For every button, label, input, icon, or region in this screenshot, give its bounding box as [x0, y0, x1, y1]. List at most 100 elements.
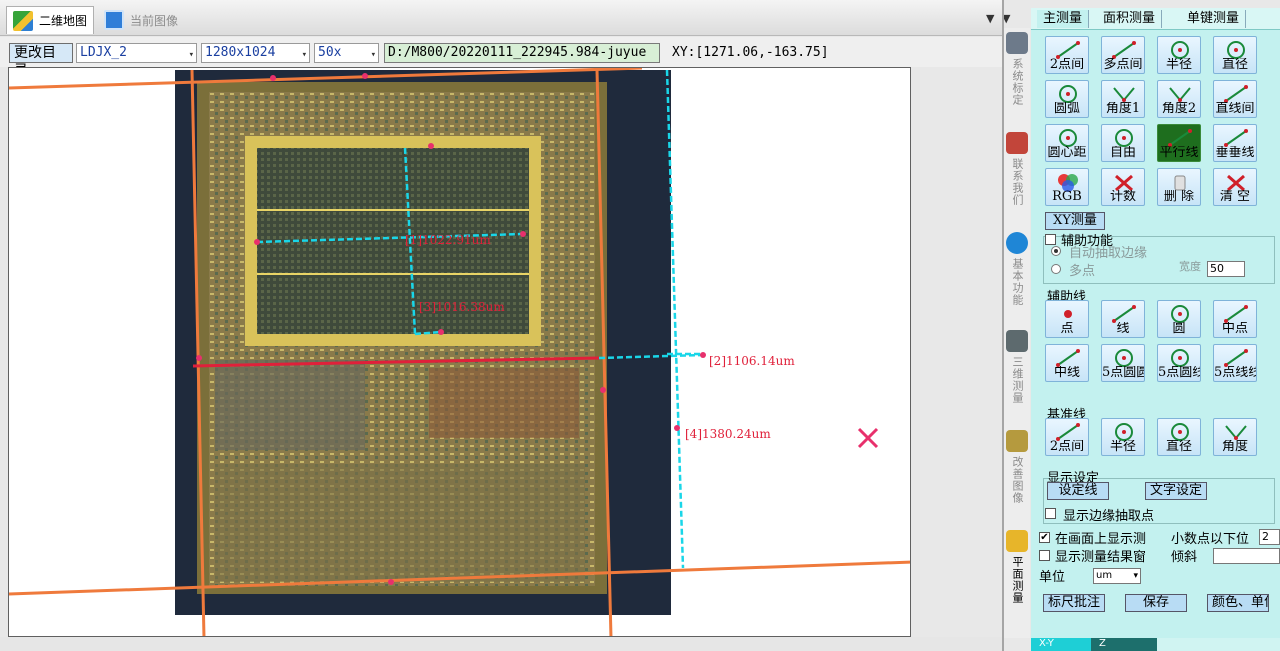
chip-map-canvas[interactable] [9, 68, 911, 637]
baseline-button-2[interactable]: 直径 [1157, 418, 1201, 456]
aux-line-button-4[interactable]: 中线 [1045, 344, 1089, 382]
tab-area-measure[interactable]: 面积测量 [1097, 10, 1163, 28]
nav-system-calibration[interactable]: 系统标定 [1004, 32, 1030, 106]
directory-path-field[interactable]: D:/M800/20220111_222945.984-juyue [384, 43, 660, 63]
nav-label: 平面测量 [1011, 556, 1024, 604]
enhance-image-icon [1006, 430, 1028, 452]
image-viewport[interactable]: [1]1022.91um [2]1106.14um [3]1016.38um [… [8, 67, 911, 637]
tab-current-image-label: 当前图像 [130, 13, 179, 28]
xy-measure-button[interactable]: XY测量 [1045, 212, 1105, 230]
main-tool-button-9[interactable]: 自由 [1101, 124, 1145, 162]
decimals-field[interactable]: 2 [1259, 529, 1280, 545]
main-tool-button-label: 2点间 [1049, 58, 1085, 72]
main-tool-button-0[interactable]: 2点间 [1045, 36, 1089, 74]
baseline-button-1[interactable]: 半径 [1101, 418, 1145, 456]
main-tool-button-13[interactable]: 计数 [1101, 168, 1145, 206]
panel-tabs: 主测量 面积测量 单键测量 [1031, 8, 1280, 30]
tab-2d-map[interactable]: 二维地图 [6, 6, 95, 34]
chevron-down-icon: ▾ [1133, 571, 1138, 581]
nav-3d-measure[interactable]: 三维测量 [1004, 330, 1030, 404]
main-tool-button-3[interactable]: 直径 [1213, 36, 1257, 74]
resolution-select-value: 1280x1024 [205, 45, 276, 60]
show-on-screen-checkbox[interactable]: ✔ [1039, 532, 1050, 543]
baseline-button-3[interactable]: 角度 [1213, 418, 1257, 456]
main-tool-button-label: 计数 [1109, 190, 1136, 204]
logic-block-left [215, 360, 365, 450]
aux-line-button-0[interactable]: 点 [1045, 300, 1089, 338]
tilt-field[interactable] [1213, 548, 1280, 564]
show-on-screen-label: 在画面上显示测 [1055, 532, 1147, 547]
nav-contact-us[interactable]: 联系我们 [1004, 132, 1030, 206]
endpoint-marker [254, 239, 260, 245]
map-icon [13, 10, 33, 31]
width-field[interactable]: 50 [1207, 261, 1245, 277]
show-result-window-checkbox[interactable] [1039, 550, 1050, 561]
project-select-value: LDJX_2 [80, 45, 127, 60]
main-tool-button-label: 自由 [1109, 146, 1136, 160]
aux-line-button-5[interactable]: 5点圆圆 [1101, 344, 1145, 382]
main-tool-button-12[interactable]: RGB [1045, 168, 1089, 206]
aux-line-button-label: 中点 [1221, 322, 1248, 336]
main-tool-button-label: 平行线 [1159, 146, 1199, 160]
endpoint-marker [600, 387, 606, 393]
tab-z[interactable]: Z [1091, 638, 1157, 651]
color-unit-button[interactable]: 颜色、单位 [1207, 594, 1269, 612]
main-tool-button-4[interactable]: 圆弧 [1045, 80, 1089, 118]
endpoint-marker [700, 352, 706, 358]
baseline-button-0[interactable]: 2点间 [1045, 418, 1089, 456]
main-tool-button-11[interactable]: 垂垂线 [1213, 124, 1257, 162]
endpoint-marker [428, 143, 434, 149]
change-directory-button[interactable]: 更改目录 [9, 43, 73, 79]
bottom-scroll-strip[interactable] [0, 637, 1002, 651]
tab-current-image[interactable]: 当前图像 [98, 6, 184, 34]
main-tool-button-label: 直径 [1221, 58, 1248, 72]
main-tool-button-6[interactable]: 角度2 [1157, 80, 1201, 118]
main-tool-button-2[interactable]: 半径 [1157, 36, 1201, 74]
unit-label: 单位 [1039, 570, 1066, 585]
baseline-button-label: 半径 [1109, 440, 1136, 454]
nav-plane-measure[interactable]: 平面测量 [1004, 530, 1030, 604]
main-tool-button-1[interactable]: 多点间 [1101, 36, 1145, 74]
save-button[interactable]: 保存 [1125, 594, 1187, 612]
show-edge-points-checkbox[interactable] [1045, 508, 1056, 519]
aux-line-button-2[interactable]: 圆 [1157, 300, 1201, 338]
tab-2d-map-label: 二维地图 [39, 14, 88, 28]
chevron-down-icon: ▾ [370, 50, 376, 60]
nav-basic-functions[interactable]: 基本功能 [1004, 232, 1030, 306]
main-tool-button-15[interactable]: 清 空 [1213, 168, 1257, 206]
decimals-label: 小数点以下位 [1171, 532, 1250, 547]
width-label: 宽度 [1179, 260, 1201, 273]
endpoint-marker [270, 75, 276, 81]
set-line-button[interactable]: 设定线 [1047, 482, 1109, 500]
project-select[interactable]: LDJX_2 ▾ [76, 43, 197, 63]
main-tool-button-label: 清 空 [1219, 190, 1251, 204]
main-tool-button-7[interactable]: 直线间 [1213, 80, 1257, 118]
resolution-select[interactable]: 1280x1024 ▾ [201, 43, 310, 63]
tab-main-measure[interactable]: 主测量 [1037, 10, 1090, 28]
unit-select[interactable]: um ▾ [1093, 568, 1141, 584]
main-tool-button-5[interactable]: 角度1 [1101, 80, 1145, 118]
aux-line-button-7[interactable]: 5点线线 [1213, 344, 1257, 382]
aux-line-button-3[interactable]: 中点 [1213, 300, 1257, 338]
measure-label-4: [4]1380.24um [685, 427, 771, 441]
main-tool-button-label: 角度1 [1105, 102, 1141, 116]
assist-checkbox[interactable] [1045, 234, 1056, 245]
main-tool-button-14[interactable]: 删 除 [1157, 168, 1201, 206]
scale-note-button[interactable]: 标尺批注 [1043, 594, 1105, 612]
aux-line-button-1[interactable]: 线 [1101, 300, 1145, 338]
magnification-select[interactable]: 50x ▾ [314, 43, 379, 63]
text-setting-button[interactable]: 文字设定 [1145, 482, 1207, 500]
tilt-label: 倾斜 [1171, 550, 1198, 565]
aux-line-button-6[interactable]: 5点圆线 [1157, 344, 1201, 382]
main-tool-button-8[interactable]: 圆心距 [1045, 124, 1089, 162]
multi-point-radio[interactable] [1051, 264, 1061, 274]
endpoint-marker [438, 329, 444, 335]
main-tool-button-label: 圆弧 [1053, 102, 1080, 116]
auto-edge-radio[interactable] [1051, 246, 1061, 256]
tab-single-key-measure[interactable]: 单键测量 [1181, 10, 1247, 28]
tab-xy[interactable]: X-Y [1031, 638, 1091, 651]
xy-coordinate-readout: XY:[1271.06,-163.75] [672, 45, 829, 60]
main-tool-button-label: 删 除 [1163, 190, 1195, 204]
nav-enhance-image[interactable]: 改善图像 [1004, 430, 1030, 504]
main-tool-button-10[interactable]: 平行线 [1157, 124, 1201, 162]
